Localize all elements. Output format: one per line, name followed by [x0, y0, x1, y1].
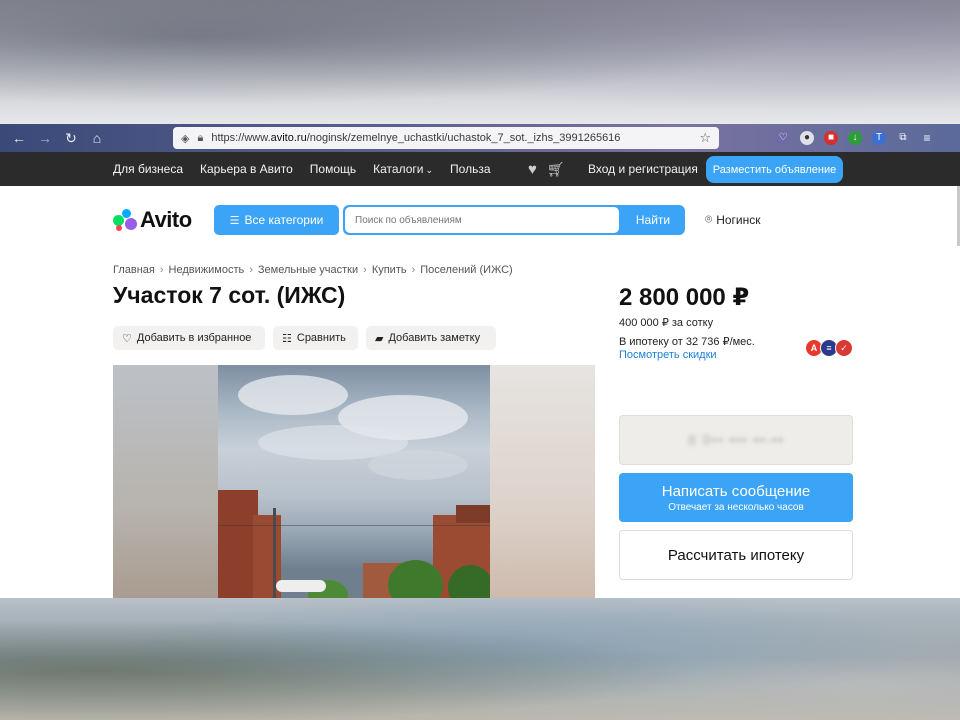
shield-icon: ◈ [181, 132, 190, 145]
address-bar[interactable]: ◈ 🔒︎ https://www.avito.ru/noginsk/zemeln… [173, 127, 719, 149]
phone-number-blurred: 8 9•• ••• ••-•• [687, 431, 785, 449]
location-pin-icon: ⌾ [705, 212, 713, 226]
add-favorite-button[interactable]: ♡ Добавить в избранное [113, 326, 265, 350]
lock-icon: 🔒︎ [197, 131, 204, 144]
chevron-down-icon: ⌄ [425, 165, 434, 175]
chevron-right-icon: › [363, 264, 367, 276]
calculate-mortgage-button[interactable]: Рассчитать ипотеку [619, 530, 853, 580]
categories-icon: ☰ [229, 214, 240, 227]
topmenu-business[interactable]: Для бизнеса [113, 162, 183, 176]
back-icon[interactable]: ← [6, 130, 32, 146]
breadcrumb-item[interactable]: Главная [113, 264, 155, 276]
browser-toolbar: ← → ↻ ⌂ ◈ 🔒︎ https://www.avito.ru/nogins… [0, 124, 960, 152]
listing-page: Avito ☰ Все категории Найти ⌾ Ногинск Гл… [0, 186, 960, 598]
pocket-icon[interactable]: ♡ [776, 131, 790, 145]
photo-gallery[interactable] [113, 365, 595, 598]
top-menu: Для бизнеса Карьера в Авито Помощь Катал… [0, 152, 960, 186]
avito-logo[interactable]: Avito [113, 207, 192, 233]
post-ad-button[interactable]: Разместить объявление [706, 156, 843, 183]
heart-icon[interactable]: ♥ [528, 161, 537, 178]
reload-icon[interactable]: ↻ [58, 130, 84, 147]
gallery-blur-left [113, 365, 218, 598]
menu-icon[interactable]: ≡ [920, 131, 934, 145]
home-icon[interactable]: ⌂ [84, 130, 110, 146]
url-text: https://www.avito.ru/noginsk/zemelnye_uc… [211, 132, 621, 144]
extensions-icon[interactable]: ⧉ [896, 131, 910, 145]
extension-icons: ♡ ● ■ ↓ T ⧉ ≡ [776, 124, 934, 152]
breadcrumb-item[interactable]: Купить [372, 264, 407, 276]
compare-button[interactable]: ☷ Сравнить [273, 326, 358, 350]
login-link[interactable]: Вход и регистрация [588, 162, 698, 176]
listing-photo[interactable] [218, 365, 490, 598]
all-categories-button[interactable]: ☰ Все категории [214, 205, 339, 235]
account-icon[interactable]: ● [800, 131, 814, 145]
translate-icon[interactable]: T [872, 131, 886, 145]
logo-wordmark: Avito [140, 207, 192, 232]
cart-icon[interactable]: 🛒︎ [547, 161, 565, 178]
mortgage-info: В ипотеку от 32 736 ₽/мес. [619, 336, 755, 348]
price: 2 800 000 ₽ [619, 284, 750, 311]
logo-dots-icon [113, 209, 137, 231]
topmenu-catalogs[interactable]: Каталоги ⌄ [373, 162, 433, 176]
adblock-icon[interactable]: ■ [824, 131, 838, 145]
compare-icon: ☷ [282, 332, 292, 345]
chevron-right-icon: › [159, 264, 164, 276]
forward-icon[interactable]: → [32, 130, 58, 146]
breadcrumb-item[interactable]: Недвижимость [169, 264, 245, 276]
chevron-right-icon: › [249, 264, 253, 276]
topmenu-career[interactable]: Карьера в Авито [200, 162, 293, 176]
search-button[interactable]: Найти [621, 205, 685, 235]
breadcrumb-item[interactable]: Земельные участки [258, 264, 358, 276]
search-input[interactable] [345, 207, 619, 233]
location-selector[interactable]: ⌾ Ногинск [705, 212, 761, 227]
blurred-background-bottom [0, 598, 960, 720]
breadcrumb-item[interactable]: Поселений (ИЖС) [420, 264, 512, 276]
note-icon: ▰ [375, 332, 384, 345]
heart-outline-icon: ♡ [122, 332, 132, 345]
view-discounts-link[interactable]: Посмотреть скидки [619, 349, 717, 361]
write-message-button[interactable]: Написать сообщение Отвечает за несколько… [619, 473, 853, 522]
breadcrumb: Главная › Недвижимость › Земельные участки… [113, 264, 513, 276]
search-bar: Найти [343, 205, 685, 235]
blurred-background-top [0, 0, 960, 124]
bank-logos: A ≡ ✓ [805, 339, 853, 357]
price-per-unit: 400 000 ₽ за сотку [619, 317, 714, 329]
bank-logo-icon: ✓ [835, 339, 853, 357]
chevron-right-icon: › [411, 264, 416, 276]
gallery-blur-right [490, 365, 595, 598]
topmenu-help[interactable]: Помощь [310, 162, 356, 176]
bookmark-star-icon[interactable]: ☆ [699, 130, 711, 146]
add-note-button[interactable]: ▰ Добавить заметку [366, 326, 496, 350]
topmenu-benefit[interactable]: Польза [450, 162, 490, 176]
downloads-icon[interactable]: ↓ [848, 131, 862, 145]
page-title: Участок 7 сот. (ИЖС) [113, 282, 346, 308]
show-phone-button[interactable]: 8 9•• ••• ••-•• [619, 415, 853, 465]
